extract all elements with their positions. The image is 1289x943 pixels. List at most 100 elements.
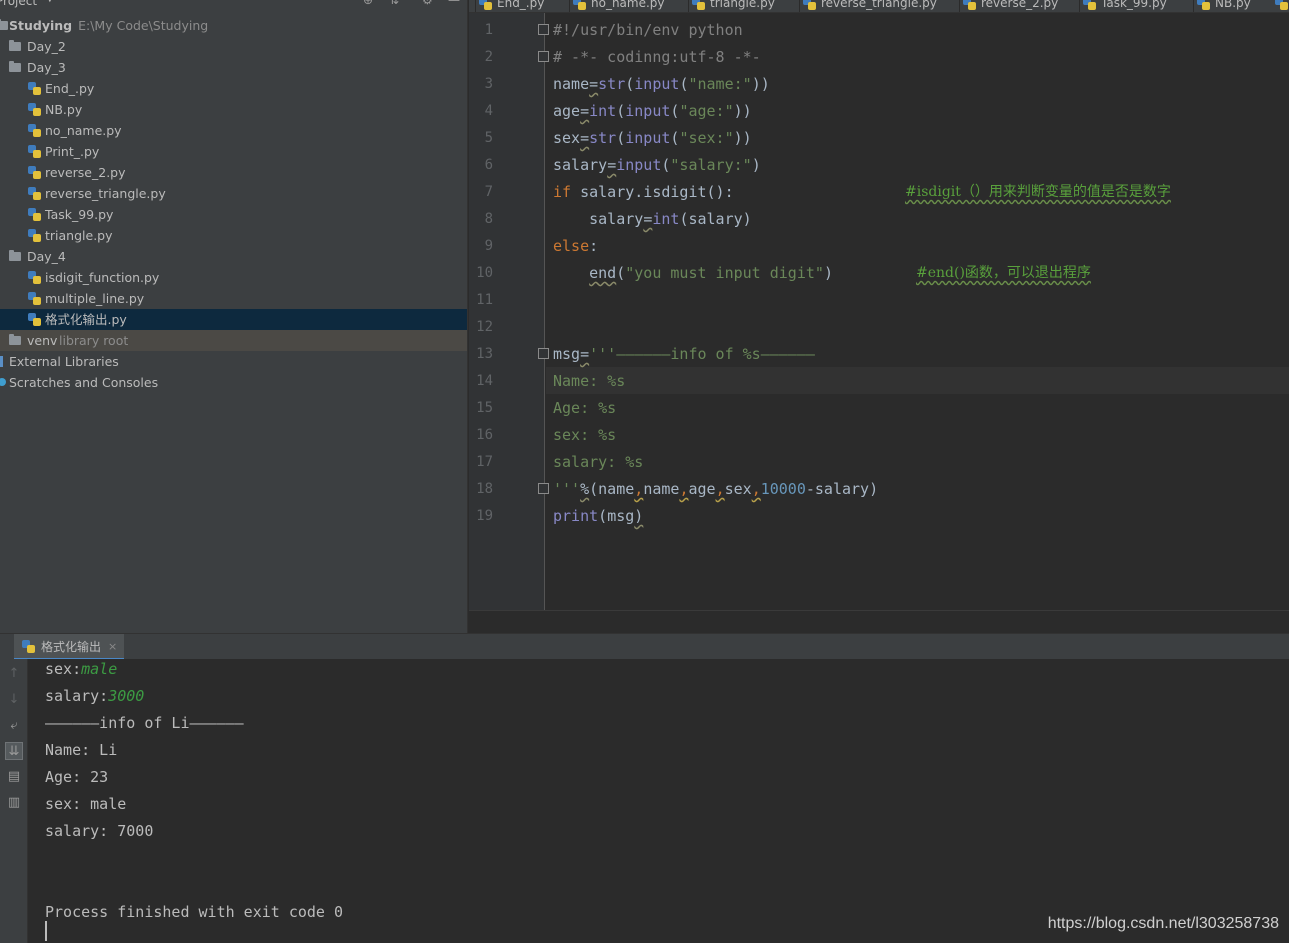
fold-marker-icon[interactable] [538,483,549,494]
line-number: 8 [484,211,493,227]
fold-marker-icon[interactable] [538,51,549,62]
arrow-up-icon[interactable]: ↑ [5,665,23,683]
python-file-icon [22,640,35,653]
tree-item-label: Day_4 [27,249,66,264]
chevron-down-icon[interactable]: ▼ [46,0,54,4]
line-number: 19 [476,508,493,524]
folder-icon [0,19,8,30]
tab-separator [688,0,689,12]
line-number: 9 [484,238,493,254]
gear-icon[interactable]: ⚙ [422,0,433,7]
python-file-icon [803,0,816,10]
python-file-icon [692,0,705,10]
code-line-2: # -*- codinng:utf-8 -*- [553,48,761,66]
tree-item[interactable]: reverse_triangle.py [0,183,467,204]
folder-icon [9,40,21,51]
library-icon [0,356,3,367]
editor-tabs: End_.py no_name.py triangle.py reverse_tria… [469,0,1289,13]
tree-root[interactable]: Studying E:\My Code\Studying [0,15,467,36]
run-console[interactable]: sex:male salary:3000 ——————info of Li———… [28,659,1289,943]
hide-icon[interactable]: — [448,0,460,7]
line-number: 16 [476,427,493,443]
python-file-icon [28,229,41,242]
code-line-6: salary=input("salary:") [553,156,761,174]
python-file-icon [479,0,492,10]
tree-item[interactable]: isdigit_function.py [0,267,467,288]
code-line-19: print(msg) [553,507,644,525]
locate-icon[interactable]: ⊕ [363,0,373,7]
tree-item-label: Print_.py [45,144,100,159]
tab-separator [959,0,960,12]
python-file-icon [28,187,41,200]
run-tab[interactable]: 格式化输出 × [14,634,124,660]
tab-separator [1193,0,1194,12]
line-number: 7 [484,184,493,200]
tree-item[interactable]: Print_.py [0,141,467,162]
close-icon[interactable]: × [108,634,117,660]
python-file-icon [28,313,41,326]
console-output-1: ——————info of Li—————— [45,714,244,732]
code-line-16: sex: %s [553,426,617,444]
tree-item-label: venv [27,333,58,348]
fold-marker-icon[interactable] [538,24,549,35]
folder-icon [9,334,21,345]
root-name: Studying [9,18,73,33]
code-comment-7: #isdigit（）用来判断变量的值是否是数字 [905,184,1171,200]
line-number: 18 [476,481,493,497]
code-editor[interactable]: 1 2 3 4 5 6 7 8 9 10 11 12 13 14 15 16 17 18 19 #!/usr/bin… [469,13,1289,610]
tree-item[interactable]: venv library root [0,330,467,351]
python-file-icon [573,0,586,10]
tree-item-label: External Libraries [9,354,119,369]
python-file-icon [28,124,41,137]
scratches-icon [0,378,6,386]
tree-item[interactable]: 格式化输出.py [0,309,467,330]
project-header: Project ▼ ⊕ ⇅ ⚙ — [0,0,467,12]
fold-marker-icon[interactable] [538,348,549,359]
tab-separator [1079,0,1080,12]
trash-icon[interactable]: ▥ [5,794,23,812]
console-output-2: Name: Li [45,741,118,759]
folder-icon [9,250,21,261]
editor-tab-label: NB.py [1215,0,1251,10]
project-title[interactable]: Project [0,0,37,8]
tree-item[interactable]: Day_3 [0,57,467,78]
editor-tab-label: reverse_2.py [981,0,1059,10]
tree-item[interactable]: End_.py [0,78,467,99]
console-output-3: Age: 23 [45,768,109,786]
tree-item[interactable]: Task_99.py [0,204,467,225]
scroll-to-end-icon[interactable]: ⇊ [5,742,23,760]
project-tree: Studying E:\My Code\Studying Day_2 Day_3 En… [0,15,467,393]
code-line-10: end("you must input digit") [589,264,833,282]
code-line-17: salary: %s [553,453,644,471]
line-number: 5 [484,130,493,146]
soft-wrap-icon[interactable]: ⤶ [5,717,23,735]
tree-item-label: no_name.py [45,123,122,138]
run-tab-label: 格式化输出 [41,640,102,654]
tree-item[interactable]: reverse_2.py [0,162,467,183]
folder-icon [9,61,21,72]
console-cursor [45,921,47,941]
tree-item[interactable]: Day_2 [0,36,467,57]
code-line-14: Name: %s [553,372,626,390]
tree-item-label: triangle.py [45,228,113,243]
collapse-all-icon[interactable]: ⇅ [389,0,399,7]
tree-item[interactable]: triangle.py [0,225,467,246]
tree-item-label: Day_3 [27,60,66,75]
tree-item[interactable]: multiple_line.py [0,288,467,309]
python-file-icon [28,208,41,221]
python-file-icon [963,0,976,10]
tree-item-label: 格式化输出.py [45,312,127,327]
editor-tab-label: End_.py [497,0,545,10]
tree-item[interactable]: Day_4 [0,246,467,267]
tree-item[interactable]: Scratches and Consoles [0,372,467,393]
python-file-icon [28,166,41,179]
console-output-5: salary: 7000 [45,822,154,840]
project-panel: Project ▼ ⊕ ⇅ ⚙ — Studying E:\My Code\Stu… [0,0,468,633]
tree-item[interactable]: NB.py [0,99,467,120]
tree-item-label: reverse_triangle.py [45,186,166,201]
tree-item[interactable]: no_name.py [0,120,467,141]
line-gutter: 1 2 3 4 5 6 7 8 9 10 11 12 13 14 15 16 17 18 19 [469,13,549,610]
tree-item[interactable]: External Libraries [0,351,467,372]
print-icon[interactable]: ▤ [5,768,23,786]
arrow-down-icon[interactable]: ↓ [5,691,23,709]
